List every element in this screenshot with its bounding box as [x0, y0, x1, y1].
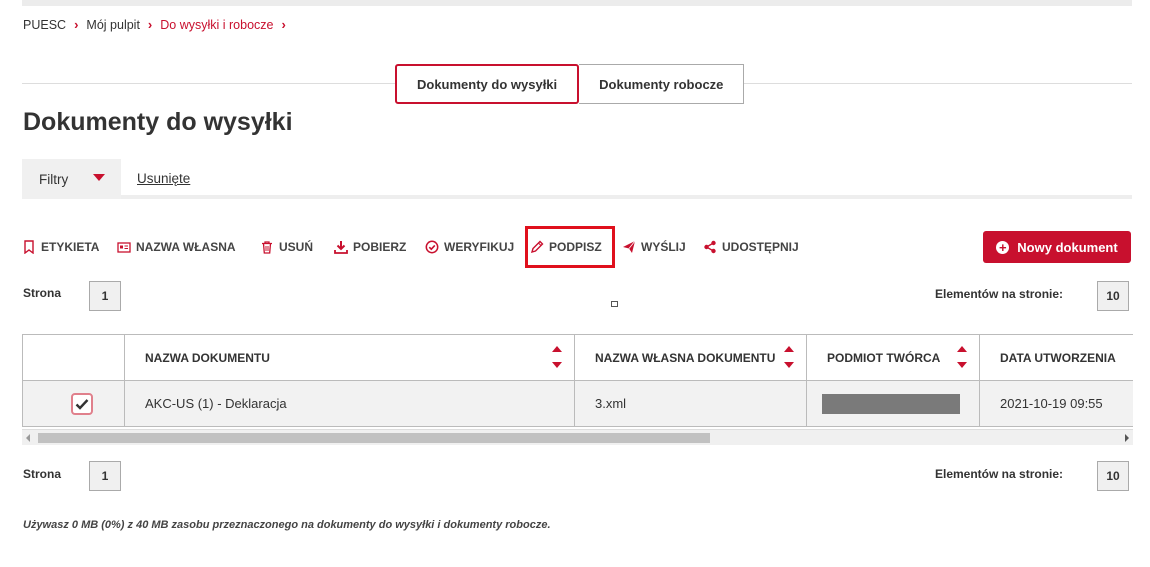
plus-circle-icon: + — [996, 240, 1010, 254]
per-page-label-top: Elementów na stronie: — [935, 287, 1064, 301]
storage-usage-text: Używasz 0 MB (0%) z 40 MB zasobu przezna… — [23, 519, 551, 531]
own-name-button[interactable]: NAZWA WŁASNA — [117, 236, 236, 258]
share-button[interactable]: UDOSTĘPNIJ — [703, 236, 799, 258]
cell-own-name: 3.xml — [574, 380, 807, 427]
sign-button-highlight — [525, 226, 615, 268]
document-tabs: Dokumenty do wysyłki Dokumenty robocze — [395, 64, 745, 104]
column-header-own-name[interactable]: NAZWA WŁASNA DOKUMENTU — [574, 334, 807, 381]
documents-table: NAZWA DOKUMENTU NAZWA WŁASNA DOKUMENTU P… — [22, 334, 1133, 444]
delete-button-text: USUŃ — [279, 240, 314, 254]
send-button-text: WYŚLIJ — [641, 240, 686, 254]
scrollbar-thumb[interactable] — [38, 433, 710, 443]
verify-button-text: WERYFIKUJ — [444, 240, 515, 254]
chevron-right-icon: › — [74, 17, 79, 32]
table-toggle-icon[interactable] — [611, 301, 618, 307]
column-header-label: NAZWA WŁASNA DOKUMENTU — [595, 350, 776, 365]
chevron-right-icon: › — [281, 17, 286, 32]
tab-draft-documents[interactable]: Dokumenty robocze — [579, 64, 745, 104]
download-button[interactable]: POBIERZ — [334, 236, 406, 258]
page-title: Dokumenty do wysyłki — [23, 108, 293, 136]
per-page-select-top[interactable]: 10 — [1097, 281, 1129, 311]
share-button-text: UDOSTĘPNIJ — [722, 240, 799, 254]
id-card-icon — [117, 242, 131, 253]
download-icon — [334, 241, 348, 254]
breadcrumb-current[interactable]: Do wysyłki i robocze — [160, 18, 273, 32]
tab-documents-to-send[interactable]: Dokumenty do wysyłki — [395, 64, 580, 104]
column-header-label: PODMIOT TWÓRCA — [827, 350, 941, 365]
sort-icon[interactable] — [784, 346, 794, 370]
horizontal-scrollbar[interactable] — [22, 429, 1133, 445]
table-header-row: NAZWA DOKUMENTU NAZWA WŁASNA DOKUMENTU P… — [22, 334, 1133, 381]
column-header-document-name[interactable]: NAZWA DOKUMENTU — [124, 334, 575, 381]
label-button[interactable]: ETYKIETA — [22, 236, 99, 258]
check-circle-icon — [425, 240, 439, 254]
redacted-creator — [822, 393, 960, 414]
table-row[interactable]: AKC-US (1) - Deklaracja 3.xml 2021-10-19… — [22, 380, 1133, 427]
new-document-label: Nowy dokument — [1017, 239, 1118, 255]
bookmark-icon — [24, 240, 34, 254]
download-button-text: POBIERZ — [353, 240, 407, 254]
cell-document-name: AKC-US (1) - Deklaracja — [124, 380, 575, 427]
per-page-label-bottom: Elementów na stronie: — [935, 467, 1064, 481]
top-strip — [22, 0, 1132, 6]
page-label-bottom: Strona — [23, 467, 62, 481]
per-page-select-bottom[interactable]: 10 — [1097, 461, 1129, 491]
delete-button[interactable]: USUŃ — [260, 236, 313, 258]
label-button-text: ETYKIETA — [41, 240, 100, 254]
sort-icon[interactable] — [552, 346, 562, 370]
own-name-button-text: NAZWA WŁASNA — [136, 240, 236, 254]
page-label-top: Strona — [23, 286, 62, 300]
removed-documents-link[interactable]: Usunięte — [137, 171, 190, 186]
column-header-created-date[interactable]: DATA UTWORZENIA — [979, 334, 1133, 381]
scroll-left-arrow-icon[interactable] — [26, 434, 30, 442]
filter-bar: Filtry Usunięte — [22, 159, 1132, 199]
column-header-label: NAZWA DOKUMENTU — [145, 350, 270, 365]
cell-creator — [806, 380, 980, 427]
row-select-cell — [22, 380, 125, 427]
column-header-creator[interactable]: PODMIOT TWÓRCA — [806, 334, 980, 381]
filters-label: Filtry — [39, 171, 69, 187]
breadcrumb: PUESC › Mój pulpit › Do wysyłki i robocz… — [23, 17, 294, 32]
scroll-right-arrow-icon[interactable] — [1125, 434, 1129, 442]
caret-down-icon — [93, 174, 105, 181]
page-number-top[interactable]: 1 — [89, 281, 121, 311]
verify-button[interactable]: WERYFIKUJ — [425, 236, 514, 258]
column-header-label: DATA UTWORZENIA — [1000, 350, 1116, 365]
breadcrumb-my-desktop[interactable]: Mój pulpit — [86, 18, 140, 32]
filters-toggle[interactable]: Filtry — [22, 159, 121, 199]
checkmark-icon — [75, 398, 89, 410]
share-icon — [704, 240, 716, 254]
paper-plane-icon — [623, 240, 636, 253]
cell-created-date: 2021-10-19 09:55 — [979, 380, 1133, 427]
row-checkbox[interactable] — [71, 392, 93, 415]
send-button[interactable]: WYŚLIJ — [622, 236, 686, 258]
select-column-header — [22, 334, 125, 381]
page-number-bottom[interactable]: 1 — [89, 461, 121, 491]
chevron-right-icon: › — [147, 17, 153, 32]
sort-icon[interactable] — [957, 346, 967, 370]
breadcrumb-puesc[interactable]: PUESC — [23, 18, 66, 32]
trash-icon — [262, 241, 272, 254]
new-document-button[interactable]: + Nowy dokument — [983, 231, 1131, 263]
